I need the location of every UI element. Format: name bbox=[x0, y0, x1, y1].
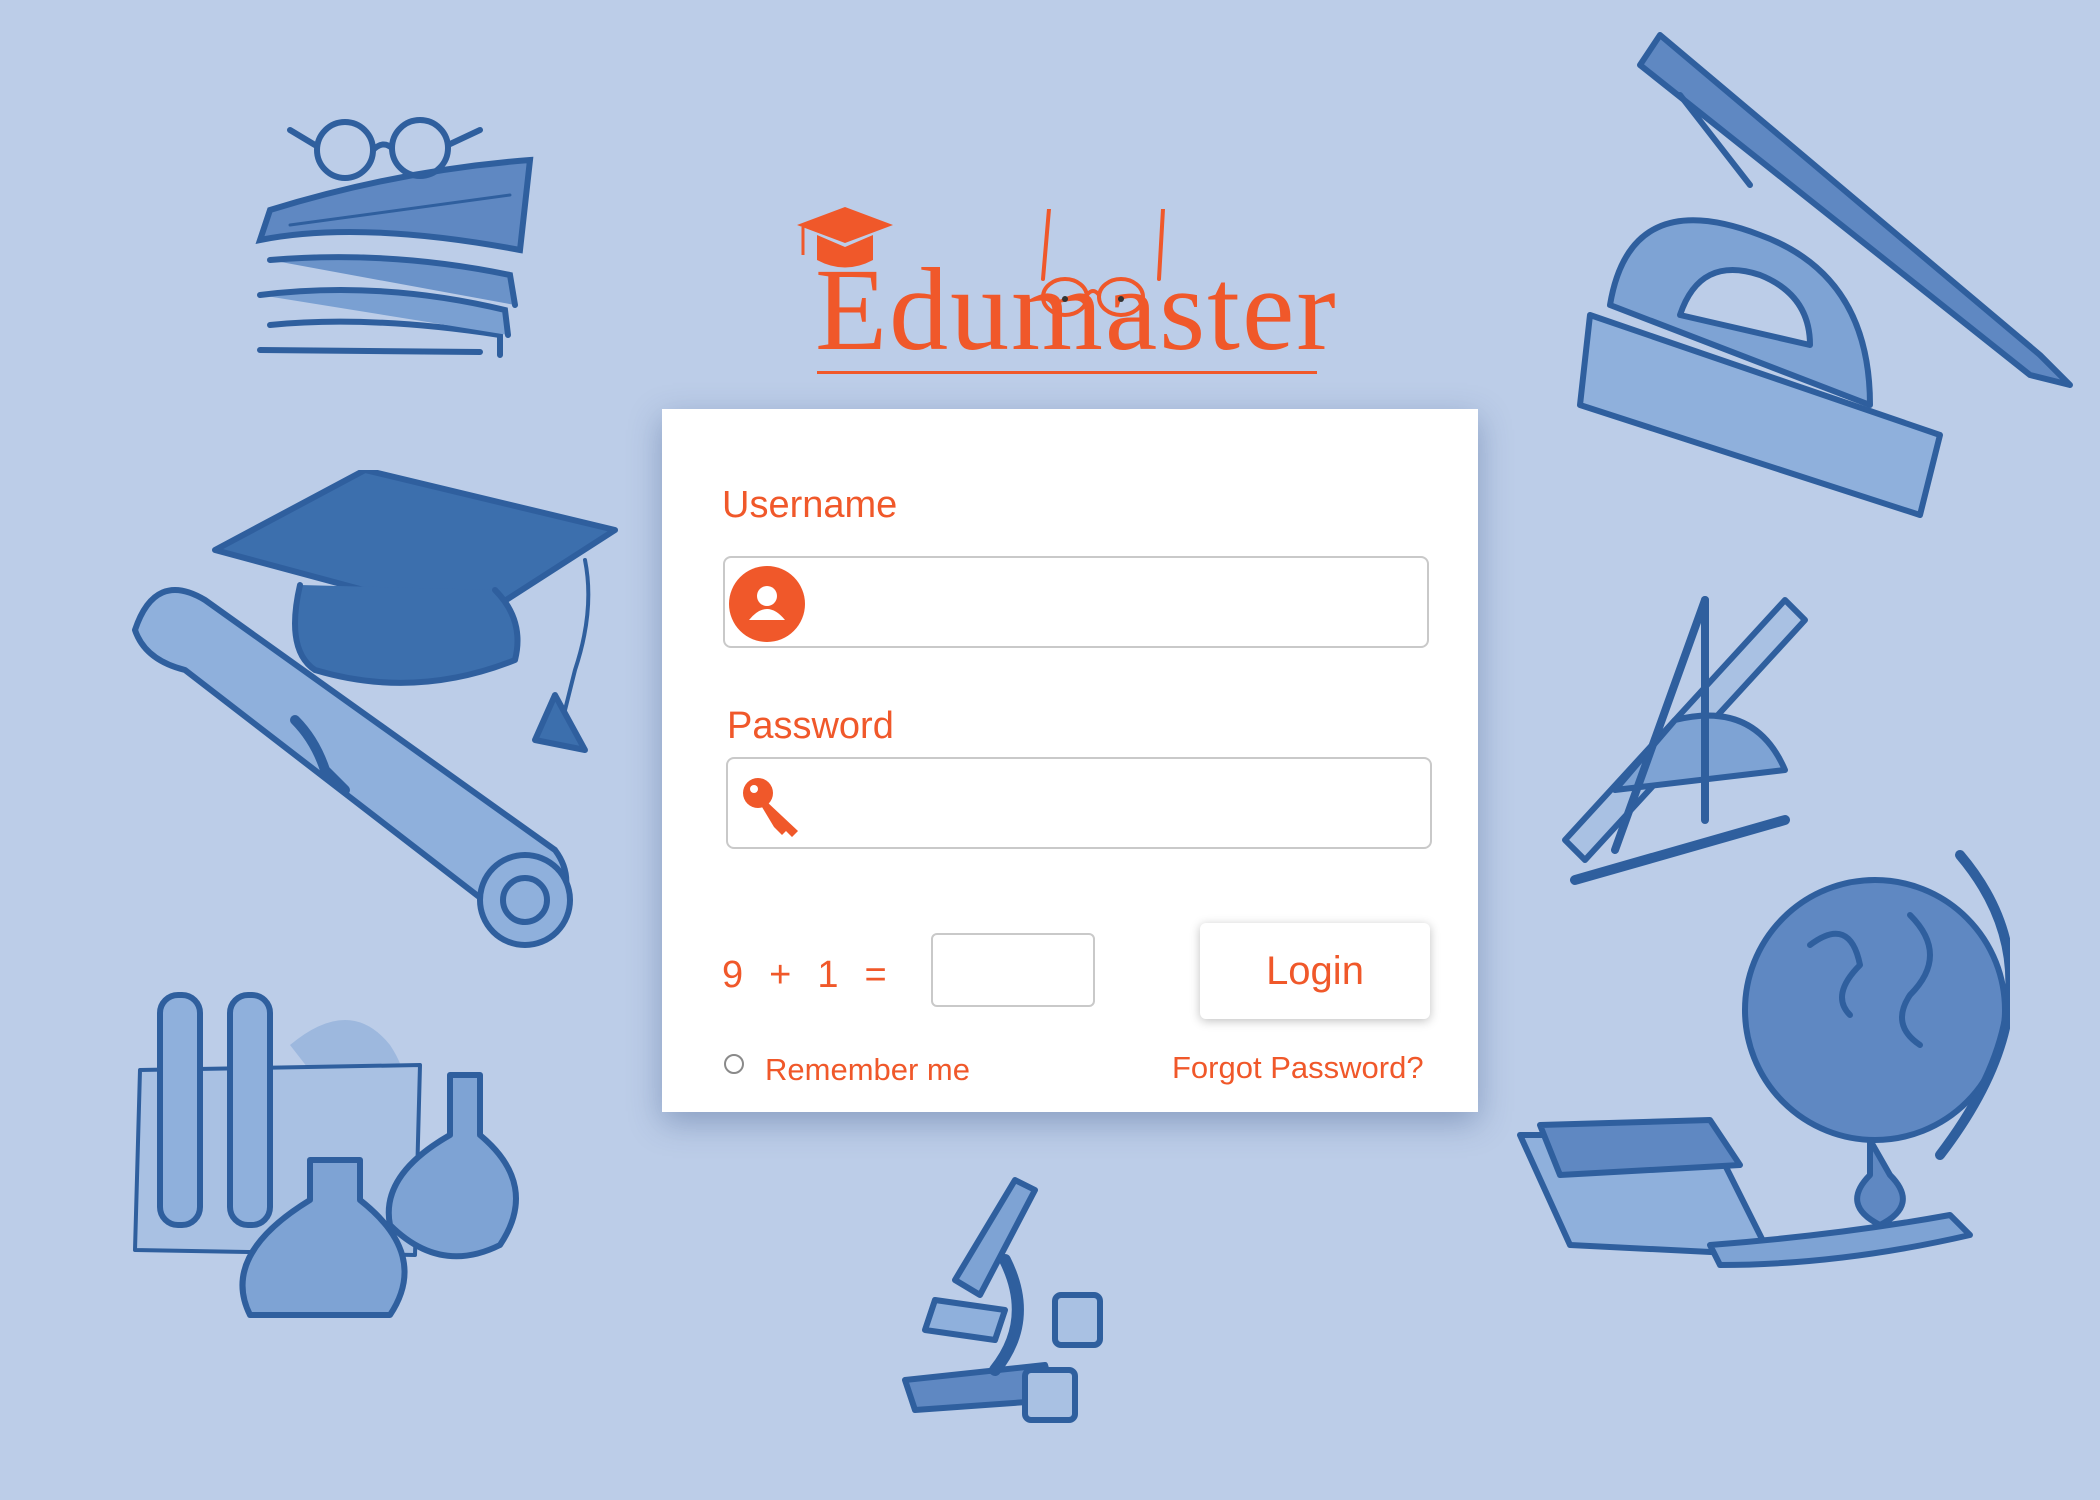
books-with-glasses-icon bbox=[230, 100, 550, 370]
test-tubes-and-flasks-icon bbox=[130, 985, 540, 1345]
captcha-operator: + bbox=[769, 954, 792, 996]
user-icon bbox=[729, 566, 805, 642]
pen-and-protractor-icon bbox=[1570, 25, 2090, 535]
remember-me-checkbox[interactable] bbox=[724, 1054, 744, 1074]
graduation-cap-and-diploma-icon bbox=[115, 470, 635, 970]
password-input[interactable] bbox=[824, 769, 1418, 839]
captcha-operand-a: 9 bbox=[722, 954, 744, 996]
login-button[interactable]: Login bbox=[1200, 923, 1430, 1019]
login-card: Username Password 9 +1 = Login Remember … bbox=[662, 409, 1478, 1112]
password-label: Password bbox=[727, 705, 894, 747]
remember-me-label[interactable]: Remember me bbox=[765, 1052, 970, 1088]
key-icon bbox=[743, 778, 798, 837]
captcha-operand-b: 1 bbox=[817, 954, 839, 996]
forgot-password-link[interactable]: Forgot Password? bbox=[1172, 1050, 1424, 1086]
username-field[interactable] bbox=[723, 556, 1429, 648]
password-field[interactable] bbox=[726, 757, 1432, 849]
edumaster-logo: Edumaster bbox=[795, 205, 1336, 385]
glasses-icon bbox=[1041, 209, 1165, 317]
username-input[interactable] bbox=[821, 568, 1415, 638]
login-page: Edumaster Username Password 9 + 1 = Logi… bbox=[0, 0, 2100, 1500]
captcha-equals: = bbox=[864, 954, 887, 996]
logo-underline bbox=[817, 371, 1317, 374]
username-label: Username bbox=[722, 484, 898, 526]
captcha-question: 9 +1 = bbox=[722, 954, 913, 997]
globe-and-book-icon bbox=[1510, 835, 2010, 1285]
captcha-answer-input[interactable] bbox=[931, 933, 1095, 1007]
microscope-icon bbox=[895, 1170, 1115, 1430]
